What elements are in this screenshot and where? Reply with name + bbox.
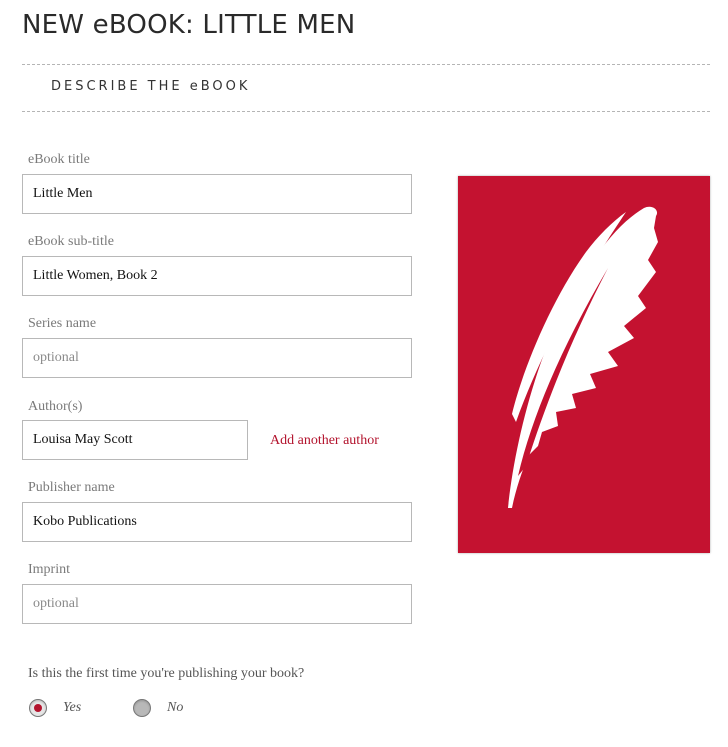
ebook-title-input[interactable]: [22, 174, 412, 214]
first-time-question: Is this the first time you're publishing…: [28, 666, 305, 681]
section-header: DESCRIBE THE eBOOK: [22, 64, 710, 112]
authors-label: Author(s): [28, 399, 83, 414]
radio-yes-label: Yes: [63, 700, 82, 715]
imprint-label: Imprint: [28, 562, 70, 577]
ebook-subtitle-input[interactable]: [22, 256, 412, 296]
radio-no[interactable]: No: [133, 697, 183, 719]
radio-yes[interactable]: Yes: [29, 697, 81, 719]
ebook-subtitle-label: eBook sub-title: [28, 234, 114, 249]
publisher-name-label: Publisher name: [28, 480, 115, 495]
ebook-title-label: eBook title: [28, 152, 90, 167]
page-title: NEW eBOOK: LITTLE MEN: [22, 10, 356, 40]
radio-yes-indicator[interactable]: [29, 699, 47, 717]
publisher-name-input[interactable]: [22, 502, 412, 542]
author-input[interactable]: [22, 420, 248, 460]
series-name-input[interactable]: [22, 338, 412, 378]
radio-no-indicator[interactable]: [133, 699, 151, 717]
series-name-label: Series name: [28, 316, 97, 331]
feather-quill-icon: [508, 206, 658, 508]
radio-no-label: No: [167, 700, 184, 715]
ebook-cover-image: [458, 176, 710, 553]
add-another-author-link[interactable]: Add another author: [270, 432, 379, 450]
imprint-input[interactable]: [22, 584, 412, 624]
section-title: DESCRIBE THE eBOOK: [51, 79, 251, 94]
